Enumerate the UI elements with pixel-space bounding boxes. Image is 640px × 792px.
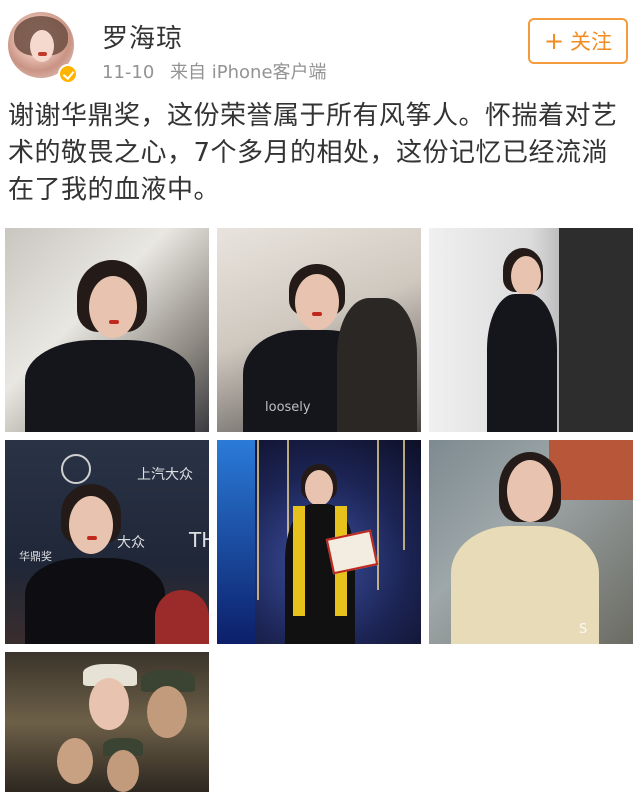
stage-light [403, 440, 405, 550]
photo-4-logo-3: 大众 [117, 535, 145, 551]
photo-figure-face [147, 686, 187, 738]
photo-figure-body [487, 294, 557, 432]
avatar-face-shape [30, 30, 54, 62]
photo-trench-coat [451, 526, 599, 644]
avatar[interactable] [8, 12, 78, 84]
photo-6-watermark: S [579, 622, 588, 637]
post-date: 11-10 [102, 62, 155, 83]
post-meta: 11-10 来自 iPhone客户端 [102, 58, 337, 84]
post-header: 罗海琼 11-10 来自 iPhone客户端 + 关注 [0, 0, 640, 95]
photo-4-logo-4: TH [189, 528, 209, 552]
photo-7[interactable] [5, 652, 209, 792]
photo-4-logo-1: 上汽大众 [137, 467, 193, 483]
photo-5[interactable] [217, 440, 421, 644]
photo-6[interactable]: S [429, 440, 633, 644]
photo-figure-lips [312, 312, 322, 316]
follow-label: 关注 [570, 30, 613, 54]
photo-figure-face [305, 470, 333, 506]
photo-figure-lips [109, 320, 119, 324]
photo-figure-face [107, 750, 139, 792]
photo-2[interactable]: loosely [217, 228, 421, 432]
stage-light [377, 440, 379, 590]
photo-figure-face [89, 276, 137, 338]
photo-3[interactable] [429, 228, 633, 432]
award-emblem-icon [61, 454, 91, 484]
post-text: 谢谢华鼎奖，这份荣誉属于所有风筝人。怀揣着对艺术的敬畏之心，7个多月的相处，这份… [8, 101, 618, 205]
photo-red-roof [549, 440, 633, 500]
photo-yellow-scarf [293, 506, 305, 616]
post-source[interactable]: 来自 iPhone客户端 [170, 62, 326, 83]
photo-1[interactable] [5, 228, 209, 432]
username[interactable]: 罗海琼 [102, 18, 183, 55]
photo-figure-face [295, 274, 339, 330]
stage-light [257, 440, 259, 600]
photo-dark-panel [559, 228, 633, 432]
photo-2-tag: loosely [265, 400, 311, 415]
photo-mirror-reflection [337, 298, 417, 432]
avatar-lips-shape [38, 52, 47, 56]
stage-blue-screen [217, 440, 255, 644]
photo-figure-face [507, 460, 553, 522]
verified-badge-icon [58, 64, 78, 84]
photo-red-chair [155, 590, 209, 644]
photo-4[interactable]: 上汽大众 华鼎奖 大众 TH [5, 440, 209, 644]
photo-4-logo-2: 华鼎奖 [19, 550, 52, 563]
photo-certificate [325, 529, 379, 575]
photo-figure-face [89, 678, 129, 730]
follow-button[interactable]: + 关注 [528, 18, 628, 64]
photo-figure-lips [87, 536, 97, 540]
photo-figure-face [57, 738, 93, 784]
photo-figure-face [69, 496, 113, 554]
plus-icon: + [543, 27, 565, 55]
photo-figure-body [25, 340, 195, 432]
photo-figure-face [511, 256, 541, 296]
photo-figure-body [25, 558, 165, 644]
